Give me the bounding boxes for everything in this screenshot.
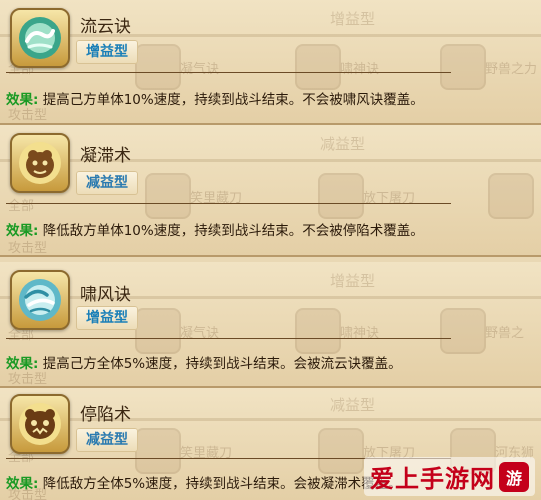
effect-label: 效果:: [6, 92, 39, 108]
cloud-swirl-icon: [19, 17, 61, 59]
effect-label: 效果:: [6, 356, 39, 372]
skill-panel-3: 增益型 全部 攻击型 凝气诀 啸神诀 野兽之 啸风诀 增益型 效果: 提高己方全…: [0, 262, 541, 388]
effect-label: 效果:: [6, 223, 39, 239]
ghost-tab: 全部: [8, 199, 35, 214]
effect-label: 效果:: [6, 476, 39, 492]
beast-mask-icon: [19, 403, 61, 445]
ghost-skill-cell: [318, 173, 364, 219]
divider: [6, 72, 451, 73]
wind-swirl-icon: [19, 279, 61, 321]
ghost-skill-cell: [295, 44, 341, 90]
ghost-header: 减益型: [320, 135, 366, 153]
effect-description: 降低敌方全体5%速度，持续到战斗结束。会被凝滞术覆盖。: [42, 476, 402, 492]
ghost-skill-cell: [145, 173, 191, 219]
effect-description: 提高己方全体5%速度，持续到战斗结束。会被流云诀覆盖。: [42, 356, 402, 372]
ghost-skill-cell: [318, 428, 364, 474]
skill-icon-frame[interactable]: [10, 8, 70, 68]
ghost-tab: 攻击型: [8, 241, 48, 256]
ghost-skill-label: 啸神诀: [340, 62, 380, 77]
ghost-skill-label: 凝气诀: [180, 62, 220, 77]
skill-icon-frame[interactable]: [10, 394, 70, 454]
divider: [6, 203, 451, 204]
skill-type-badge: 增益型: [76, 40, 138, 64]
effect-text-row: 效果: 提高己方单体10%速度，持续到战斗结束。不会被啸风诀覆盖。: [6, 88, 424, 108]
watermark-text: 爱上手游网: [370, 465, 495, 493]
effect-description: 降低敌方单体10%速度，持续到战斗结束。不会被停陷术覆盖。: [42, 223, 424, 239]
ghost-header: 减益型: [330, 396, 376, 414]
ghost-skill-cell: [135, 44, 181, 90]
ghost-skill-cell: [135, 308, 181, 354]
skill-icon-frame[interactable]: [10, 270, 70, 330]
ghost-header: 增益型: [330, 10, 376, 28]
skill-name: 啸风诀: [80, 285, 131, 305]
beast-claw-icon: [19, 142, 61, 184]
ghost-skill-cell: [440, 308, 486, 354]
skill-name: 流云诀: [80, 17, 131, 37]
effect-description: 提高己方单体10%速度，持续到战斗结束。不会被啸风诀覆盖。: [42, 92, 424, 108]
ghost-skill-cell: [295, 308, 341, 354]
ghost-skill-cell: [488, 173, 534, 219]
ghost-skill-label: 野兽之: [485, 326, 525, 341]
ghost-skill-label: 野兽之力: [485, 62, 538, 77]
effect-text-row: 效果: 降低敌方全体5%速度，持续到战斗结束。会被凝滞术覆盖。: [6, 472, 402, 492]
skill-type-badge: 增益型: [76, 306, 138, 330]
site-watermark: 爱上手游网 游: [364, 457, 535, 496]
divider: [6, 338, 451, 339]
skill-name: 停陷术: [80, 405, 131, 425]
ghost-header: 增益型: [330, 272, 376, 290]
skill-name: 凝滞术: [80, 146, 131, 166]
effect-text-row: 效果: 提高己方全体5%速度，持续到战斗结束。会被流云诀覆盖。: [6, 352, 402, 372]
skill-type-badge: 减益型: [76, 428, 138, 452]
watermark-logo-icon: 游: [499, 461, 529, 492]
ghost-skill-cell: [135, 428, 181, 474]
skill-panel-1: 增益型 全部 攻击型 凝气诀 啸神诀 野兽之力 流云诀 增益型 效果: 提高己方…: [0, 0, 541, 125]
skill-type-badge: 减益型: [76, 171, 138, 195]
skill-panel-2: 减益型 全部 攻击型 笑里藏刀 放下屠刀 凝滞术 减益型 效果: 降低敌方单体1…: [0, 125, 541, 257]
effect-text-row: 效果: 降低敌方单体10%速度，持续到战斗结束。不会被停陷术覆盖。: [6, 219, 424, 239]
skill-icon-frame[interactable]: [10, 133, 70, 193]
ghost-skill-cell: [440, 44, 486, 90]
